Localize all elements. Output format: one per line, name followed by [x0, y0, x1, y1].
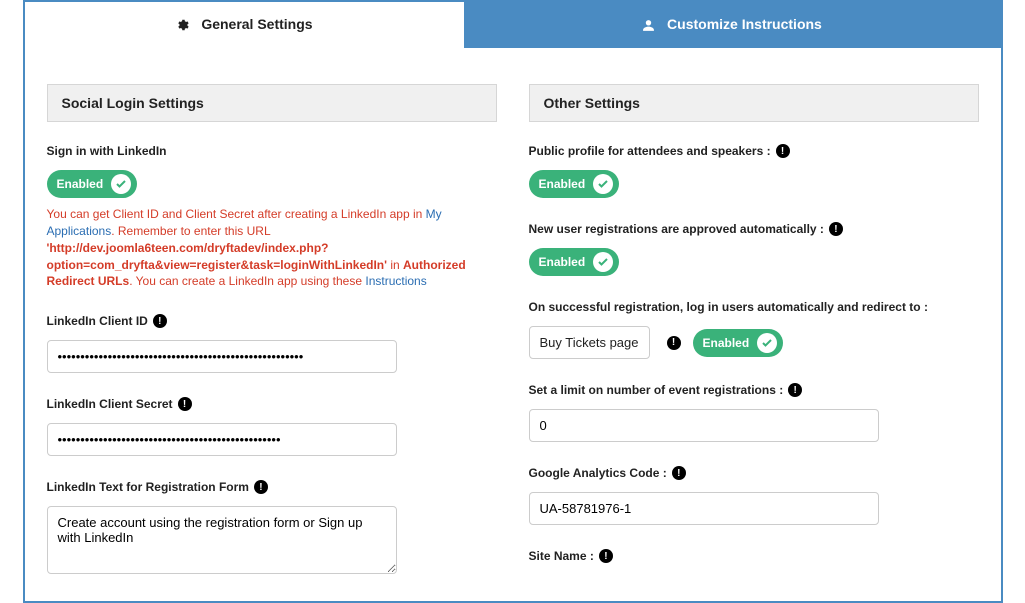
- check-icon: [593, 174, 613, 194]
- info-icon[interactable]: !: [788, 383, 802, 397]
- info-icon[interactable]: !: [672, 466, 686, 480]
- settings-container: General Settings Customize Instructions …: [23, 0, 1003, 603]
- public-profile-field: Public profile for attendees and speaker…: [529, 144, 979, 198]
- toggle-label: Enabled: [539, 255, 586, 269]
- limit-input[interactable]: [529, 409, 879, 442]
- auto-approve-toggle[interactable]: Enabled: [529, 248, 620, 276]
- reg-text-label: LinkedIn Text for Registration Form !: [47, 480, 497, 494]
- info-icon[interactable]: !: [153, 314, 167, 328]
- auto-approve-label: New user registrations are approved auto…: [529, 222, 979, 236]
- auto-approve-field: New user registrations are approved auto…: [529, 222, 979, 276]
- gear-icon: [175, 18, 189, 32]
- redirect-row: Buy Tickets page ! Enabled: [529, 326, 979, 359]
- check-icon: [111, 174, 131, 194]
- other-settings-header: Other Settings: [529, 84, 979, 122]
- redirect-page-select[interactable]: Buy Tickets page: [529, 326, 650, 359]
- client-id-label: LinkedIn Client ID !: [47, 314, 497, 328]
- client-id-field: LinkedIn Client ID !: [47, 314, 497, 373]
- linkedin-signin-label: Sign in with LinkedIn: [47, 144, 497, 158]
- public-profile-label: Public profile for attendees and speaker…: [529, 144, 979, 158]
- reg-text-field: LinkedIn Text for Registration Form !: [47, 480, 497, 577]
- client-secret-field: LinkedIn Client Secret !: [47, 397, 497, 456]
- tab-customize-label: Customize Instructions: [667, 16, 822, 32]
- user-icon: [642, 19, 655, 32]
- info-icon[interactable]: !: [667, 336, 681, 350]
- linkedin-signin-toggle[interactable]: Enabled: [47, 170, 138, 198]
- redirect-label: On successful registration, log in users…: [529, 300, 979, 314]
- redirect-toggle[interactable]: Enabled: [693, 329, 784, 357]
- client-secret-label: LinkedIn Client Secret !: [47, 397, 497, 411]
- linkedin-signin-field: Sign in with LinkedIn Enabled You can ge…: [47, 144, 497, 290]
- ga-label: Google Analytics Code : !: [529, 466, 979, 480]
- tab-customize-instructions[interactable]: Customize Instructions: [464, 2, 1001, 48]
- toggle-label: Enabled: [703, 336, 750, 350]
- info-icon[interactable]: !: [178, 397, 192, 411]
- client-id-input[interactable]: [47, 340, 397, 373]
- redirect-field: On successful registration, log in users…: [529, 300, 979, 359]
- site-name-field: Site Name : !: [529, 549, 979, 563]
- tab-bar: General Settings Customize Instructions: [25, 2, 1001, 48]
- ga-field: Google Analytics Code : !: [529, 466, 979, 525]
- info-icon[interactable]: !: [776, 144, 790, 158]
- info-icon[interactable]: !: [254, 480, 268, 494]
- tab-general-settings[interactable]: General Settings: [25, 2, 464, 48]
- toggle-label: Enabled: [539, 177, 586, 191]
- info-icon[interactable]: !: [599, 549, 613, 563]
- social-login-header: Social Login Settings: [47, 84, 497, 122]
- info-icon[interactable]: !: [829, 222, 843, 236]
- ga-input[interactable]: [529, 492, 879, 525]
- check-icon: [757, 333, 777, 353]
- instructions-link[interactable]: Instructions: [365, 274, 426, 288]
- tab-general-label: General Settings: [201, 16, 312, 32]
- check-icon: [593, 252, 613, 272]
- site-name-label: Site Name : !: [529, 549, 979, 563]
- toggle-label: Enabled: [57, 177, 104, 191]
- limit-label: Set a limit on number of event registrat…: [529, 383, 979, 397]
- right-column: Other Settings Public profile for attend…: [529, 84, 979, 601]
- linkedin-help-text: You can get Client ID and Client Secret …: [47, 206, 497, 290]
- reg-text-input[interactable]: [47, 506, 397, 574]
- client-secret-input[interactable]: [47, 423, 397, 456]
- left-column: Social Login Settings Sign in with Linke…: [47, 84, 497, 601]
- public-profile-toggle[interactable]: Enabled: [529, 170, 620, 198]
- content-area: Social Login Settings Sign in with Linke…: [25, 48, 1001, 601]
- limit-field: Set a limit on number of event registrat…: [529, 383, 979, 442]
